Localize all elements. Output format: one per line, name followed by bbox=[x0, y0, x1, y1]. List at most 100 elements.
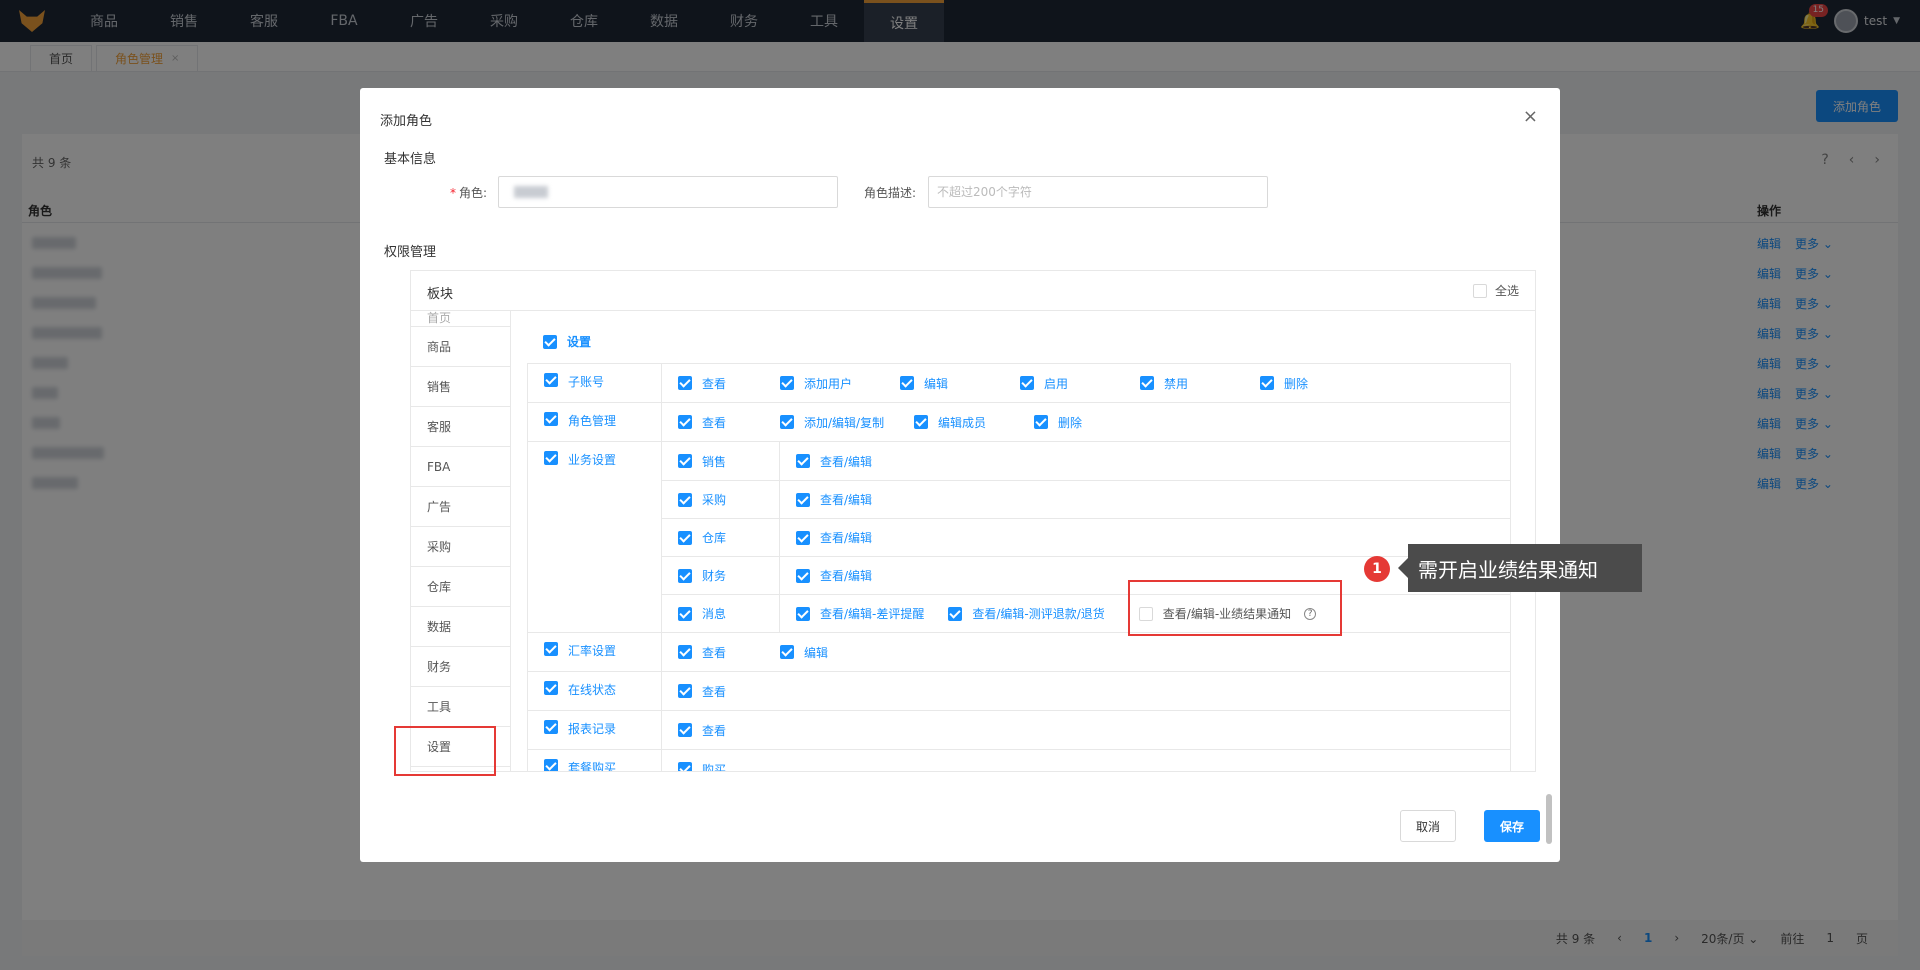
perm-options: 查看 bbox=[662, 711, 1510, 749]
perm-options: 查看 编辑 bbox=[662, 633, 1510, 671]
opt-edit[interactable]: 编辑 bbox=[780, 644, 828, 661]
opt-view-edit[interactable]: 查看/编辑 bbox=[796, 491, 872, 508]
perm-line: 消息 查看/编辑-差评提醒 查看/编辑-测评退款/退货 查看/编辑-业绩结果通知… bbox=[662, 594, 1510, 633]
sidebar-item-customer-service[interactable]: 客服 bbox=[411, 407, 510, 447]
sidebar-item-warehouse[interactable]: 仓库 bbox=[411, 567, 510, 607]
permission-grid: 设置 子账号 查看 添加用户 编辑 启用 禁用 删除 角色管理 查看 添加/编辑… bbox=[511, 311, 1535, 771]
opt-label: 删除 bbox=[1058, 415, 1083, 430]
sub-messages[interactable]: 消息 bbox=[662, 594, 780, 633]
save-button[interactable]: 保存 bbox=[1484, 810, 1540, 842]
sub-label: 消息 bbox=[702, 607, 727, 621]
opt-purchase[interactable]: 购买 bbox=[678, 761, 727, 772]
sub-label: 采购 bbox=[702, 493, 727, 507]
perm-name: 角色管理 bbox=[568, 414, 617, 428]
checkbox-checked-icon bbox=[544, 451, 558, 465]
checkbox-checked-icon bbox=[1260, 376, 1274, 390]
role-name-input[interactable] bbox=[498, 176, 838, 208]
perm-line: 采购 查看/编辑 bbox=[662, 480, 1510, 519]
role-description-input[interactable] bbox=[928, 176, 1268, 208]
opt-view-edit[interactable]: 查看/编辑 bbox=[796, 453, 872, 470]
opt-negative-review-alert[interactable]: 查看/编辑-差评提醒 bbox=[796, 605, 924, 622]
opt-label: 查看/编辑 bbox=[820, 454, 873, 469]
close-icon[interactable]: × bbox=[1523, 106, 1538, 127]
group-settings-checkbox[interactable]: 设置 bbox=[543, 333, 591, 350]
sub-label: 仓库 bbox=[702, 531, 727, 545]
perm-exchange-rate[interactable]: 汇率设置 bbox=[528, 633, 662, 671]
checkbox-checked-icon bbox=[796, 568, 810, 583]
opt-view[interactable]: 查看 bbox=[678, 722, 726, 739]
opt-view-edit[interactable]: 查看/编辑 bbox=[796, 529, 872, 546]
perm-business-settings[interactable]: 业务设置 bbox=[528, 442, 662, 632]
opt-view[interactable]: 查看 bbox=[678, 414, 740, 431]
table-row: 汇率设置 查看 编辑 bbox=[528, 633, 1510, 672]
checkbox-checked-icon bbox=[1034, 415, 1048, 429]
sidebar-item-tools[interactable]: 工具 bbox=[411, 687, 510, 727]
sidebar-item-home[interactable]: 首页 bbox=[411, 311, 510, 327]
table-row: 报表记录 查看 bbox=[528, 711, 1510, 750]
opt-edit[interactable]: 编辑 bbox=[900, 375, 980, 392]
sidebar-item-data[interactable]: 数据 bbox=[411, 607, 510, 647]
perm-line: 查看 编辑 bbox=[662, 633, 1510, 671]
required-mark: * bbox=[450, 186, 456, 200]
opt-disable[interactable]: 禁用 bbox=[1140, 375, 1220, 392]
opt-view[interactable]: 查看 bbox=[678, 683, 726, 700]
opt-edit-members[interactable]: 编辑成员 bbox=[914, 414, 994, 431]
opt-label: 查看/编辑 bbox=[820, 493, 873, 507]
opt-label: 查看/编辑 bbox=[820, 531, 873, 545]
perm-name: 汇率设置 bbox=[568, 644, 617, 658]
opt-add-edit-copy[interactable]: 添加/编辑/复制 bbox=[780, 414, 884, 431]
perm-name: 子账号 bbox=[568, 375, 605, 389]
checkbox-checked-icon bbox=[678, 568, 692, 583]
perm-role-management[interactable]: 角色管理 bbox=[528, 403, 662, 441]
perm-package-purchase[interactable]: 套餐购买 bbox=[528, 750, 662, 771]
table-row: 业务设置 销售 查看/编辑 采购 查看/编辑 仓库 查看/编辑 财务 查看/编辑… bbox=[528, 442, 1510, 633]
opt-view[interactable]: 查看 bbox=[678, 375, 740, 392]
perm-sub-account[interactable]: 子账号 bbox=[528, 364, 662, 402]
opt-refund-return[interactable]: 查看/编辑-测评退款/退货 bbox=[948, 605, 1105, 622]
opt-label: 添加用户 bbox=[804, 376, 853, 391]
perm-online-status[interactable]: 在线状态 bbox=[528, 672, 662, 710]
perm-name: 套餐购买 bbox=[568, 761, 617, 771]
checkbox-checked-icon bbox=[796, 606, 810, 621]
opt-label: 查看 bbox=[702, 415, 727, 430]
opt-delete[interactable]: 删除 bbox=[1034, 414, 1082, 431]
checkbox-checked-icon bbox=[780, 415, 794, 429]
sub-finance[interactable]: 财务 bbox=[662, 556, 780, 595]
opt-view-edit[interactable]: 查看/编辑 bbox=[796, 567, 872, 584]
opt-enable[interactable]: 启用 bbox=[1020, 375, 1100, 392]
perm-options: 购买 bbox=[662, 750, 1510, 771]
sub-purchase[interactable]: 采购 bbox=[662, 480, 780, 519]
select-all-label: 全选 bbox=[1494, 284, 1519, 298]
sidebar-item-products[interactable]: 商品 bbox=[411, 327, 510, 367]
opt-label: 查看/编辑-差评提醒 bbox=[820, 607, 925, 621]
perm-options: 查看 bbox=[662, 672, 1510, 710]
opt-label: 查看/编辑 bbox=[820, 569, 873, 583]
sidebar-item-finance[interactable]: 财务 bbox=[411, 647, 510, 687]
table-row: 套餐购买 购买 bbox=[528, 750, 1510, 771]
sidebar-item-sales[interactable]: 销售 bbox=[411, 367, 510, 407]
cancel-button[interactable]: 取消 bbox=[1400, 810, 1456, 842]
opt-label: 添加/编辑/复制 bbox=[804, 415, 885, 430]
table-row: 在线状态 查看 bbox=[528, 672, 1510, 711]
perm-line: 销售 查看/编辑 bbox=[662, 442, 1510, 480]
perm-line: 购买 bbox=[662, 750, 1510, 771]
perm-options: 查看 添加用户 编辑 启用 禁用 删除 bbox=[662, 364, 1510, 402]
checkbox-checked-icon bbox=[796, 530, 810, 545]
opt-label: 购买 bbox=[702, 762, 727, 772]
sidebar-item-ads[interactable]: 广告 bbox=[411, 487, 510, 527]
sidebar-item-purchase[interactable]: 采购 bbox=[411, 527, 510, 567]
permission-scrollbar[interactable] bbox=[1546, 794, 1552, 844]
select-all-checkbox[interactable]: 全选 bbox=[1472, 282, 1519, 299]
perm-options: 销售 查看/编辑 采购 查看/编辑 仓库 查看/编辑 财务 查看/编辑 消息 查… bbox=[662, 442, 1510, 633]
sub-warehouse[interactable]: 仓库 bbox=[662, 518, 780, 557]
sub-sales[interactable]: 销售 bbox=[662, 442, 780, 480]
opt-delete[interactable]: 删除 bbox=[1260, 375, 1308, 392]
perm-report-records[interactable]: 报表记录 bbox=[528, 711, 662, 749]
checkbox-checked-icon bbox=[780, 645, 794, 659]
dialog-title: 添加角色 bbox=[380, 114, 433, 129]
sidebar-item-fba[interactable]: FBA bbox=[411, 447, 510, 487]
opt-view[interactable]: 查看 bbox=[678, 644, 740, 661]
opt-label: 查看/编辑-测评退款/退货 bbox=[972, 607, 1105, 621]
opt-label: 启用 bbox=[1044, 376, 1069, 391]
opt-add-user[interactable]: 添加用户 bbox=[780, 375, 860, 392]
